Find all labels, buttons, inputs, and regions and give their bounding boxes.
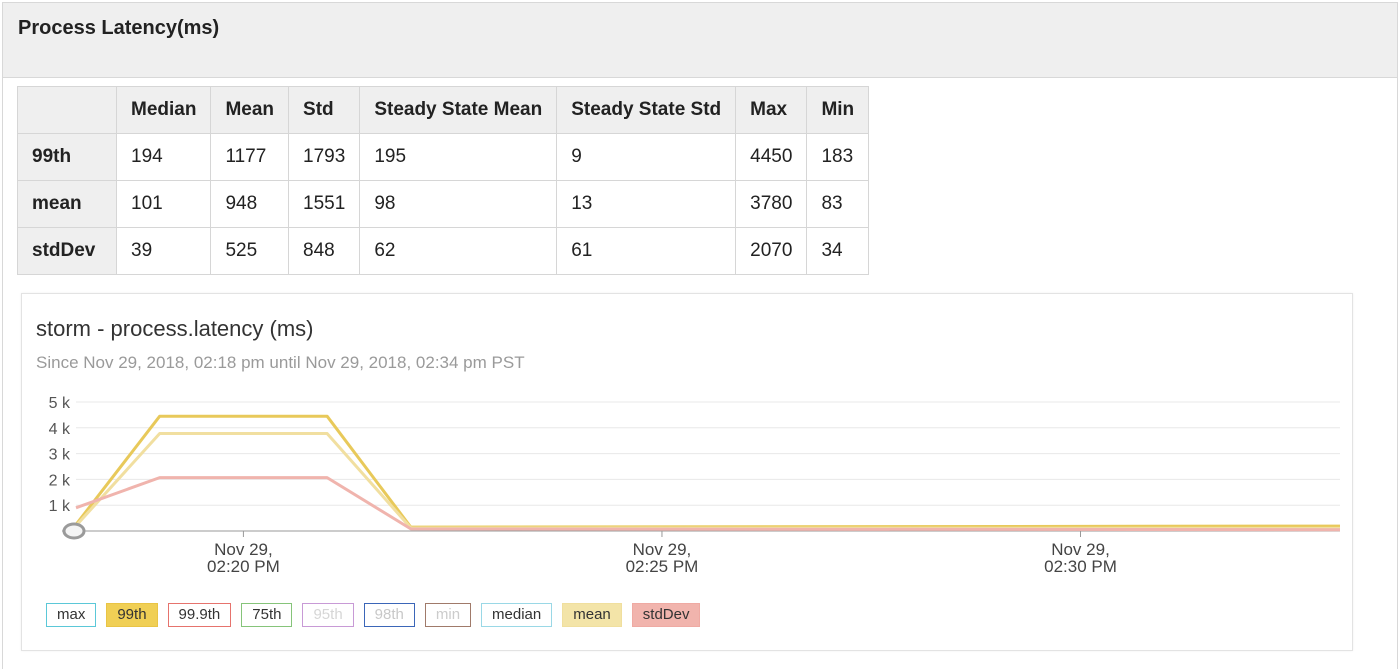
column-header-min: Min [806, 86, 870, 134]
table-cell: 948 [210, 180, 290, 228]
latency-chart-card: storm - process.latency (ms) Since Nov 2… [21, 293, 1353, 651]
legend-item-median[interactable]: median [481, 603, 553, 627]
legend-item-99-9th[interactable]: 99.9th [167, 603, 232, 627]
legend-item-max[interactable]: max [46, 603, 97, 627]
table-cell: 98 [359, 180, 558, 228]
legend-item-min[interactable]: min [424, 603, 472, 627]
y-tick-label: 4 k [49, 421, 71, 438]
table-cell: 195 [359, 133, 558, 181]
series-line-stddev [75, 476, 1341, 532]
table-cell: 525 [210, 227, 290, 275]
x-tick-label: Nov 29, 02:30 PM [1044, 540, 1117, 576]
x-tick-label: Nov 29, 02:25 PM [626, 540, 699, 576]
legend-item-99th[interactable]: 99th [106, 603, 158, 627]
y-tick-label: 2 k [49, 472, 71, 489]
table-cell: 9 [556, 133, 737, 181]
column-header-steady-state-std: Steady State Std [556, 86, 737, 134]
series-line-mean [74, 432, 1341, 530]
legend-item-98th[interactable]: 98th [363, 603, 415, 627]
table-cell: 1177 [210, 133, 290, 181]
origin-marker-icon [62, 522, 86, 540]
column-header-mean: Mean [210, 86, 290, 134]
table-cell: 3780 [735, 180, 808, 228]
y-tick-label: 3 k [49, 447, 71, 464]
table-cell: 83 [806, 180, 870, 228]
table-cell: 2070 [735, 227, 808, 275]
table-row: mean 101 948 1551 98 13 3780 83 [17, 180, 870, 228]
column-header-max: Max [735, 86, 808, 134]
column-header-std: Std [288, 86, 361, 134]
row-label: stdDev [17, 227, 117, 275]
table-cell: 1793 [288, 133, 361, 181]
chart-legend: max 99th 99.9th 75th 95th 98th min median mean st… [46, 603, 701, 627]
x-tick-label: Nov 29, 02:20 PM [207, 540, 280, 576]
table-cell: 62 [359, 227, 558, 275]
y-tick-label: 5 k [49, 395, 71, 412]
latency-stats-table: Median Mean Std Steady State Mean Steady… [17, 86, 870, 275]
legend-item-stddev[interactable]: stdDev [631, 603, 701, 627]
latency-line-chart[interactable]: 5 k 4 k 3 k 2 k 1 k Nov 29, 02:20 PM Nov 29, 02:… [22, 294, 1352, 594]
table-cell: 194 [115, 133, 212, 181]
panel-header [3, 3, 1397, 78]
table-cell: 848 [288, 227, 361, 275]
column-header-steady-state-mean: Steady State Mean [359, 86, 558, 134]
column-header-corner [17, 86, 117, 134]
row-label: 99th [17, 133, 117, 181]
table-row: stdDev 39 525 848 62 61 2070 34 [17, 227, 870, 275]
column-header-median: Median [115, 86, 212, 134]
legend-item-75th[interactable]: 75th [241, 603, 293, 627]
table-cell: 183 [806, 133, 870, 181]
table-cell: 101 [115, 180, 212, 228]
table-cell: 13 [556, 180, 737, 228]
row-label: mean [17, 180, 117, 228]
table-row: 99th 194 1177 1793 195 9 4450 183 [17, 133, 870, 181]
table-cell: 61 [556, 227, 737, 275]
table-cell: 39 [115, 227, 212, 275]
legend-item-95th[interactable]: 95th [302, 603, 354, 627]
table-cell: 4450 [735, 133, 808, 181]
table-header-row: Median Mean Std Steady State Mean Steady… [17, 86, 870, 134]
table-cell: 1551 [288, 180, 361, 228]
table-cell: 34 [806, 227, 870, 275]
legend-item-mean[interactable]: mean [562, 603, 622, 627]
panel-title: Process Latency(ms) [18, 17, 220, 39]
y-tick-label: 1 k [49, 498, 71, 515]
